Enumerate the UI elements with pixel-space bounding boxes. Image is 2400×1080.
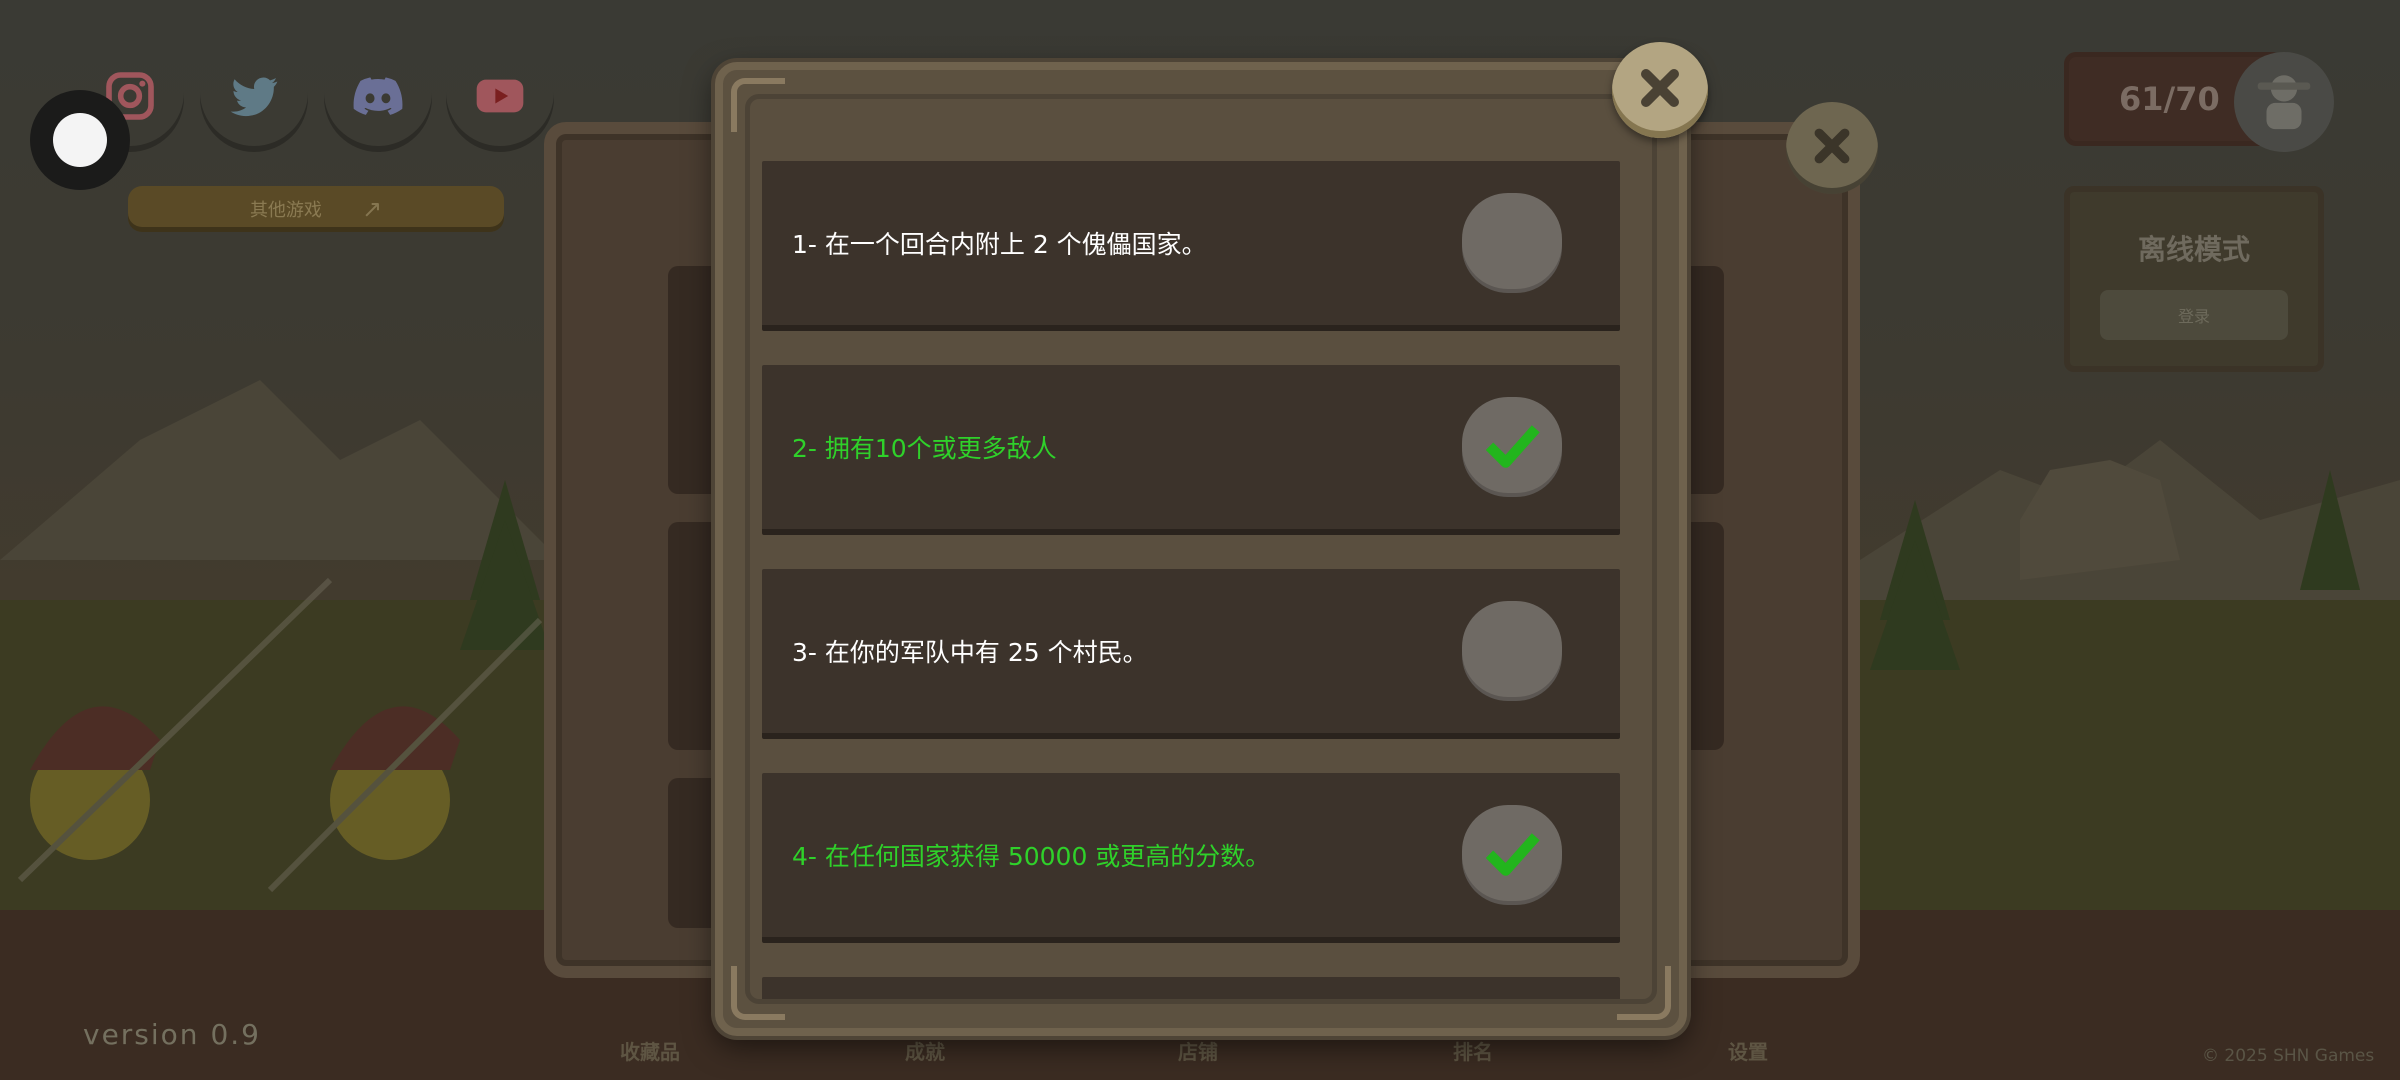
nav-achievements[interactable]: 成就 xyxy=(905,1036,945,1065)
other-games-label: 其他游戏 xyxy=(249,200,322,221)
quest-row: 1- 在一个回合内附上 2 个傀儡国家。 xyxy=(762,161,1620,331)
quest-row: 3- 在你的军队中有 25 个村民。 xyxy=(762,569,1620,739)
copyright-label: © 2025 SHN Games xyxy=(2202,1046,2375,1066)
quest-text: 3- 在你的军队中有 25 个村民。 xyxy=(792,638,1148,667)
profile-button[interactable] xyxy=(2234,52,2334,152)
nav-collections[interactable]: 收藏品 xyxy=(620,1036,680,1065)
quest-text: 4- 在任何国家获得 50000 或更高的分数。 xyxy=(792,842,1271,871)
quest-status-empty xyxy=(1462,193,1562,293)
toggle-knob xyxy=(53,113,107,167)
quest-list-container[interactable]: 1- 在一个回合内附上 2 个傀儡国家。 2- 拥有10个或更多敌人 3- 在你… xyxy=(745,94,1657,1004)
quest-status-empty xyxy=(1462,601,1562,701)
discord-icon xyxy=(350,68,406,128)
version-label: version 0.9 xyxy=(83,1018,261,1051)
nav-settings[interactable]: 设置 xyxy=(1728,1036,1768,1065)
game-screen: 其他游戏 ↗ 61/70 离线模式 登录 version 0.9 © 2025 … xyxy=(0,0,2400,1080)
close-icon xyxy=(1810,124,1854,172)
quest-modal: 1- 在一个回合内附上 2 个傀儡国家。 2- 拥有10个或更多敌人 3- 在你… xyxy=(715,62,1687,1036)
checkmark-icon xyxy=(1482,823,1542,887)
toggle-button[interactable] xyxy=(30,90,130,190)
quest-row: 4- 在任何国家获得 50000 或更高的分数。 xyxy=(762,773,1620,943)
external-link-icon: ↗ xyxy=(361,195,383,223)
discord-button[interactable] xyxy=(324,44,432,152)
score-value: 61/70 xyxy=(2119,80,2220,118)
quest-row: 2- 拥有10个或更多敌人 xyxy=(762,365,1620,535)
quest-row-partial xyxy=(762,977,1620,999)
login-button[interactable]: 登录 xyxy=(2100,290,2288,340)
offline-mode-panel: 离线模式 登录 xyxy=(2064,186,2324,372)
twitter-icon xyxy=(226,68,282,128)
quest-status-complete xyxy=(1462,805,1562,905)
close-icon xyxy=(1636,64,1684,116)
offline-title: 离线模式 xyxy=(2137,233,2250,266)
back-close-button[interactable] xyxy=(1786,102,1878,194)
other-games-button[interactable]: 其他游戏 ↗ xyxy=(128,186,504,232)
close-button[interactable] xyxy=(1612,42,1708,138)
nav-ranking[interactable]: 排名 xyxy=(1453,1036,1493,1065)
avatar-icon xyxy=(2249,65,2319,139)
youtube-button[interactable] xyxy=(446,44,554,152)
quest-text: 2- 拥有10个或更多敌人 xyxy=(792,434,1057,463)
nav-shop[interactable]: 店铺 xyxy=(1178,1036,1218,1065)
twitter-button[interactable] xyxy=(200,44,308,152)
quest-status-complete xyxy=(1462,397,1562,497)
checkmark-icon xyxy=(1482,415,1542,479)
quest-text: 1- 在一个回合内附上 2 个傀儡国家。 xyxy=(792,230,1207,259)
youtube-icon xyxy=(472,68,528,128)
